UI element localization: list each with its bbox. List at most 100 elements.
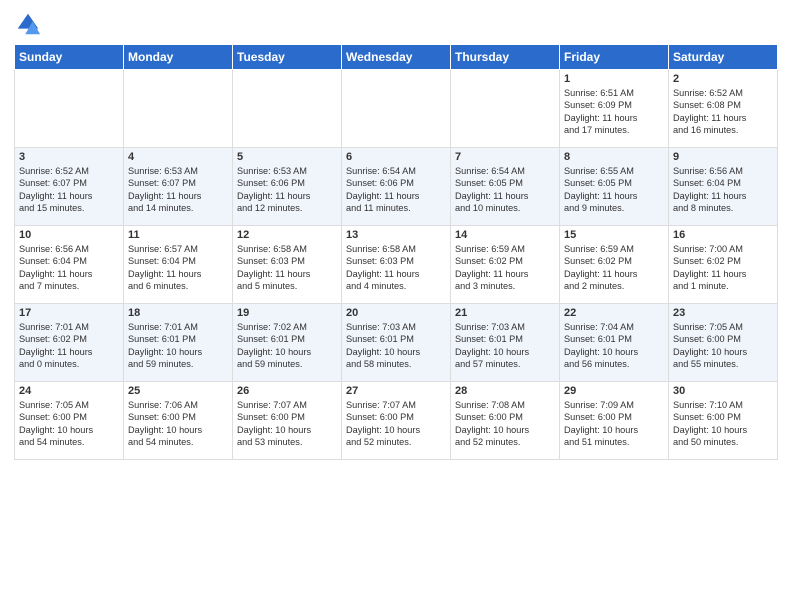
day-number: 5: [237, 151, 337, 163]
calendar-cell: 3 Sunrise: 6:52 AMSunset: 6:07 PMDaylight…: [15, 148, 124, 226]
day-info: Sunrise: 6:55 AMSunset: 6:05 PMDaylight:…: [564, 165, 664, 215]
col-header-monday: Monday: [124, 45, 233, 70]
col-header-wednesday: Wednesday: [342, 45, 451, 70]
day-number: 29: [564, 385, 664, 397]
calendar-cell: 21 Sunrise: 7:03 AMSunset: 6:01 PMDayligh…: [451, 304, 560, 382]
day-info: Sunrise: 7:02 AMSunset: 6:01 PMDaylight:…: [237, 321, 337, 371]
day-number: 30: [673, 385, 773, 397]
calendar-cell: [342, 70, 451, 148]
day-number: 1: [564, 73, 664, 85]
day-info: Sunrise: 7:08 AMSunset: 6:00 PMDaylight:…: [455, 399, 555, 449]
day-info: Sunrise: 7:09 AMSunset: 6:00 PMDaylight:…: [564, 399, 664, 449]
logo-icon: [14, 10, 42, 38]
day-info: Sunrise: 7:05 AMSunset: 6:00 PMDaylight:…: [673, 321, 773, 371]
day-info: Sunrise: 6:54 AMSunset: 6:05 PMDaylight:…: [455, 165, 555, 215]
calendar-cell: 6 Sunrise: 6:54 AMSunset: 6:06 PMDaylight…: [342, 148, 451, 226]
day-info: Sunrise: 7:03 AMSunset: 6:01 PMDaylight:…: [346, 321, 446, 371]
day-number: 10: [19, 229, 119, 241]
day-number: 20: [346, 307, 446, 319]
day-number: 24: [19, 385, 119, 397]
day-info: Sunrise: 6:59 AMSunset: 6:02 PMDaylight:…: [455, 243, 555, 293]
day-info: Sunrise: 7:07 AMSunset: 6:00 PMDaylight:…: [237, 399, 337, 449]
calendar-cell: 24 Sunrise: 7:05 AMSunset: 6:00 PMDayligh…: [15, 382, 124, 460]
calendar-cell: 29 Sunrise: 7:09 AMSunset: 6:00 PMDayligh…: [560, 382, 669, 460]
day-info: Sunrise: 7:04 AMSunset: 6:01 PMDaylight:…: [564, 321, 664, 371]
calendar-cell: 19 Sunrise: 7:02 AMSunset: 6:01 PMDayligh…: [233, 304, 342, 382]
day-number: 17: [19, 307, 119, 319]
calendar-cell: 10 Sunrise: 6:56 AMSunset: 6:04 PMDayligh…: [15, 226, 124, 304]
day-number: 19: [237, 307, 337, 319]
col-header-thursday: Thursday: [451, 45, 560, 70]
col-header-friday: Friday: [560, 45, 669, 70]
day-number: 4: [128, 151, 228, 163]
day-number: 25: [128, 385, 228, 397]
day-info: Sunrise: 6:53 AMSunset: 6:06 PMDaylight:…: [237, 165, 337, 215]
day-info: Sunrise: 6:58 AMSunset: 6:03 PMDaylight:…: [346, 243, 446, 293]
week-row-5: 24 Sunrise: 7:05 AMSunset: 6:00 PMDayligh…: [15, 382, 778, 460]
day-info: Sunrise: 7:05 AMSunset: 6:00 PMDaylight:…: [19, 399, 119, 449]
calendar-cell: 15 Sunrise: 6:59 AMSunset: 6:02 PMDayligh…: [560, 226, 669, 304]
col-header-tuesday: Tuesday: [233, 45, 342, 70]
calendar-cell: 30Sunrise: 7:10 AMSunset: 6:00 PMDayligh…: [669, 382, 778, 460]
day-number: 13: [346, 229, 446, 241]
calendar-cell: 8 Sunrise: 6:55 AMSunset: 6:05 PMDaylight…: [560, 148, 669, 226]
day-info: Sunrise: 7:03 AMSunset: 6:01 PMDaylight:…: [455, 321, 555, 371]
calendar-cell: 9 Sunrise: 6:56 AMSunset: 6:04 PMDaylight…: [669, 148, 778, 226]
day-number: 12: [237, 229, 337, 241]
header-row: [14, 10, 778, 38]
calendar-cell: 12Sunrise: 6:58 AMSunset: 6:03 PMDayligh…: [233, 226, 342, 304]
day-number: 3: [19, 151, 119, 163]
day-info: Sunrise: 6:51 AMSunset: 6:09 PMDaylight:…: [564, 87, 664, 137]
calendar-cell: [15, 70, 124, 148]
day-number: 6: [346, 151, 446, 163]
calendar-cell: 20 Sunrise: 7:03 AMSunset: 6:01 PMDayligh…: [342, 304, 451, 382]
calendar-cell: 16 Sunrise: 7:00 AMSunset: 6:02 PMDayligh…: [669, 226, 778, 304]
day-number: 28: [455, 385, 555, 397]
day-number: 14: [455, 229, 555, 241]
calendar-cell: 27 Sunrise: 7:07 AMSunset: 6:00 PMDayligh…: [342, 382, 451, 460]
day-number: 16: [673, 229, 773, 241]
day-info: Sunrise: 6:54 AMSunset: 6:06 PMDaylight:…: [346, 165, 446, 215]
calendar-cell: 25Sunrise: 7:06 AMSunset: 6:00 PMDayligh…: [124, 382, 233, 460]
calendar-cell: 18 Sunrise: 7:01 AMSunset: 6:01 PMDayligh…: [124, 304, 233, 382]
day-info: Sunrise: 6:59 AMSunset: 6:02 PMDaylight:…: [564, 243, 664, 293]
day-info: Sunrise: 7:01 AMSunset: 6:02 PMDaylight:…: [19, 321, 119, 371]
week-row-3: 10 Sunrise: 6:56 AMSunset: 6:04 PMDayligh…: [15, 226, 778, 304]
col-header-sunday: Sunday: [15, 45, 124, 70]
calendar-cell: 4 Sunrise: 6:53 AMSunset: 6:07 PMDaylight…: [124, 148, 233, 226]
day-info: Sunrise: 6:52 AMSunset: 6:07 PMDaylight:…: [19, 165, 119, 215]
day-info: Sunrise: 7:00 AMSunset: 6:02 PMDaylight:…: [673, 243, 773, 293]
day-number: 26: [237, 385, 337, 397]
calendar-cell: 28 Sunrise: 7:08 AMSunset: 6:00 PMDayligh…: [451, 382, 560, 460]
calendar-cell: 1 Sunrise: 6:51 AMSunset: 6:09 PMDaylight…: [560, 70, 669, 148]
week-row-2: 3 Sunrise: 6:52 AMSunset: 6:07 PMDaylight…: [15, 148, 778, 226]
day-info: Sunrise: 6:56 AMSunset: 6:04 PMDaylight:…: [673, 165, 773, 215]
calendar-container: SundayMondayTuesdayWednesdayThursdayFrid…: [0, 0, 792, 466]
calendar-cell: 7Sunrise: 6:54 AMSunset: 6:05 PMDaylight…: [451, 148, 560, 226]
calendar-cell: [124, 70, 233, 148]
col-header-saturday: Saturday: [669, 45, 778, 70]
day-number: 9: [673, 151, 773, 163]
calendar-cell: 5 Sunrise: 6:53 AMSunset: 6:06 PMDaylight…: [233, 148, 342, 226]
calendar-cell: [233, 70, 342, 148]
day-number: 27: [346, 385, 446, 397]
calendar-cell: 11Sunrise: 6:57 AMSunset: 6:04 PMDayligh…: [124, 226, 233, 304]
day-number: 8: [564, 151, 664, 163]
day-number: 15: [564, 229, 664, 241]
calendar-cell: [451, 70, 560, 148]
calendar-cell: 22 Sunrise: 7:04 AMSunset: 6:01 PMDayligh…: [560, 304, 669, 382]
day-info: Sunrise: 6:53 AMSunset: 6:07 PMDaylight:…: [128, 165, 228, 215]
day-number: 22: [564, 307, 664, 319]
day-info: Sunrise: 7:01 AMSunset: 6:01 PMDaylight:…: [128, 321, 228, 371]
calendar-cell: 23 Sunrise: 7:05 AMSunset: 6:00 PMDayligh…: [669, 304, 778, 382]
day-info: Sunrise: 7:07 AMSunset: 6:00 PMDaylight:…: [346, 399, 446, 449]
day-number: 21: [455, 307, 555, 319]
calendar-cell: 26 Sunrise: 7:07 AMSunset: 6:00 PMDayligh…: [233, 382, 342, 460]
calendar-table: SundayMondayTuesdayWednesdayThursdayFrid…: [14, 44, 778, 460]
calendar-cell: 13 Sunrise: 6:58 AMSunset: 6:03 PMDayligh…: [342, 226, 451, 304]
week-row-1: 1 Sunrise: 6:51 AMSunset: 6:09 PMDaylight…: [15, 70, 778, 148]
week-row-4: 17 Sunrise: 7:01 AMSunset: 6:02 PMDayligh…: [15, 304, 778, 382]
day-number: 23: [673, 307, 773, 319]
day-number: 18: [128, 307, 228, 319]
day-info: Sunrise: 6:56 AMSunset: 6:04 PMDaylight:…: [19, 243, 119, 293]
